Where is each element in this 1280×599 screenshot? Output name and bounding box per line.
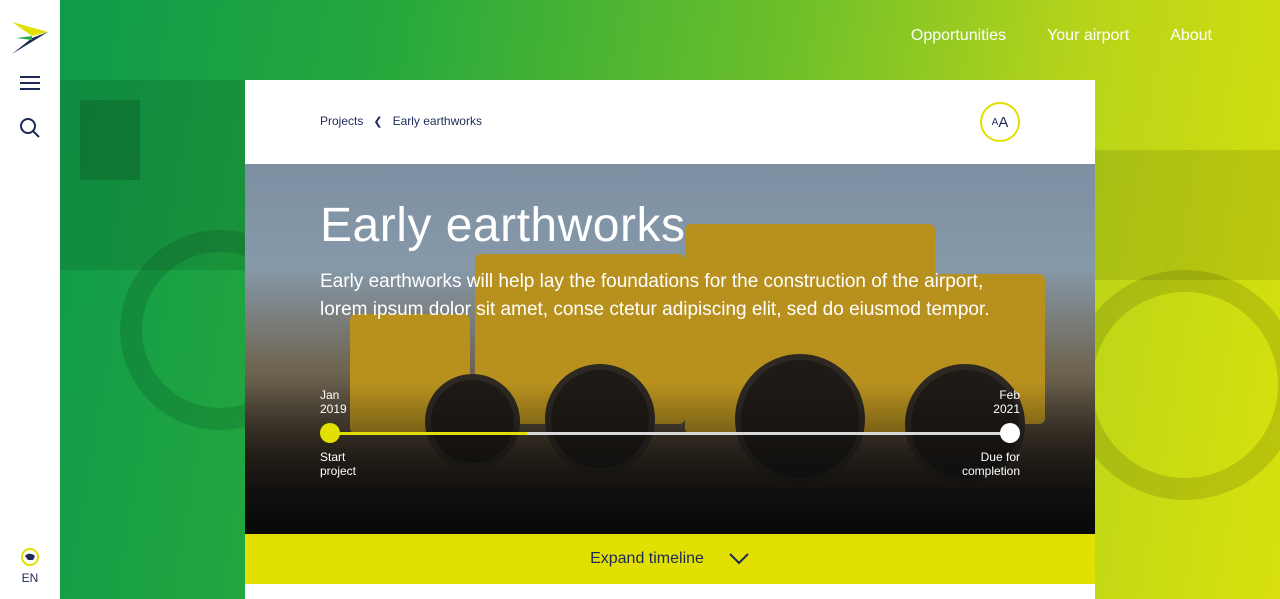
project-description: Early earthworks will help lay the found… — [320, 271, 990, 320]
text-size-small-glyph: A — [991, 116, 999, 128]
hamburger-menu-icon[interactable] — [18, 72, 42, 96]
nav-about[interactable]: About — [1170, 27, 1212, 45]
start-year: 2019 — [320, 402, 347, 416]
start-label-line-2: project — [320, 464, 357, 478]
end-label-line-2: completion — [961, 464, 1020, 478]
page-title: Early earthworks — [320, 199, 686, 252]
timeline-progress — [330, 432, 528, 435]
breadcrumb-projects-link[interactable]: Projects — [320, 114, 363, 128]
timeline-start-marker[interactable] — [320, 423, 340, 443]
end-year: 2021 — [993, 402, 1020, 416]
start-label-line-1: Start — [320, 450, 346, 464]
hero-banner: Early earthworks Early earthworks will h… — [245, 164, 1095, 534]
globe-icon — [21, 548, 39, 566]
start-month: Jan — [320, 388, 340, 402]
language-label: EN — [21, 571, 39, 585]
timeline-end-label: Due for completion — [962, 450, 1020, 478]
left-rail: EN — [0, 0, 60, 599]
timeline-end-date: Feb 2021 — [993, 388, 1020, 416]
chevron-down-icon — [729, 553, 749, 565]
expand-timeline-button[interactable]: Expand timeline — [245, 534, 1095, 584]
language-selector[interactable]: EN — [0, 547, 60, 585]
text-size-button[interactable]: AA — [980, 102, 1020, 142]
top-navigation: Opportunities Your airport About — [911, 27, 1212, 45]
nav-your-airport[interactable]: Your airport — [1047, 27, 1129, 45]
timeline-track — [330, 432, 1010, 435]
search-icon[interactable] — [18, 116, 42, 140]
breadcrumb: Projects ❮ Early earthworks — [320, 114, 482, 128]
breadcrumb-current: Early earthworks — [392, 114, 482, 128]
chevron-left-icon: ❮ — [373, 115, 383, 128]
logo-icon[interactable] — [10, 20, 50, 56]
expand-timeline-label: Expand timeline — [590, 550, 704, 567]
end-label-line-1: Due for — [980, 450, 1020, 464]
end-month: Feb — [999, 388, 1020, 402]
timeline-end-marker[interactable] — [1000, 423, 1020, 443]
text-size-large-glyph: A — [998, 113, 1009, 131]
nav-opportunities[interactable]: Opportunities — [911, 27, 1006, 45]
timeline-start-date: Jan 2019 — [320, 388, 347, 416]
timeline-start-label: Start project — [320, 450, 356, 478]
project-card: Projects ❮ Early earthworks AA Early ear… — [245, 80, 1095, 599]
